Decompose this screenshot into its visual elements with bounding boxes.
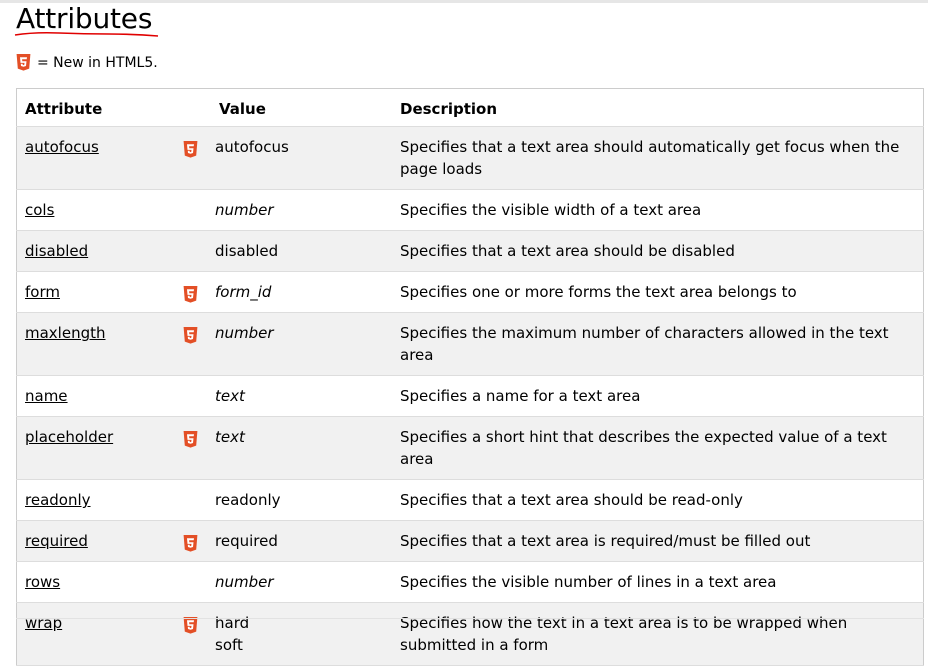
value-cell: disabled xyxy=(211,230,392,272)
description-cell: Specifies that a text area is required/m… xyxy=(392,520,924,562)
value-cell: number xyxy=(211,312,392,376)
html5-cell xyxy=(179,189,211,231)
attribute-link[interactable]: placeholder xyxy=(25,428,113,446)
attribute-cell: readonly xyxy=(16,479,179,521)
html5-cell xyxy=(179,230,211,272)
attribute-cell: cols xyxy=(16,189,179,231)
html5-icon xyxy=(183,430,198,448)
value-text: number xyxy=(215,324,274,342)
description-cell: Specifies that a text area should be dis… xyxy=(392,230,924,272)
table-row: name text Specifies a name for a text area xyxy=(16,375,924,417)
html5-icon xyxy=(16,54,31,71)
html5-cell xyxy=(179,520,211,562)
value-cell: readonly xyxy=(211,479,392,521)
html5-icon xyxy=(183,534,198,552)
description-cell: Specifies a name for a text area xyxy=(392,375,924,417)
legend-text: = New in HTML5. xyxy=(37,54,158,71)
html5-icon xyxy=(183,285,198,303)
bottom-divider xyxy=(16,618,924,619)
table-row: maxlength number Specifies the maximum num… xyxy=(16,312,924,376)
html5-icon xyxy=(183,326,198,344)
value-cell: hard soft xyxy=(211,602,392,666)
header-attribute: Attribute xyxy=(16,88,211,127)
table-row: readonly readonly Specifies that a text ar… xyxy=(16,479,924,521)
value-cell: autofocus xyxy=(211,126,392,190)
attribute-cell: required xyxy=(16,520,179,562)
attribute-link[interactable]: rows xyxy=(25,573,60,591)
attribute-cell: placeholder xyxy=(16,416,179,480)
table-row: wrap hard soft Specifies how the text in a … xyxy=(16,602,924,666)
description-cell: Specifies that a text area should automa… xyxy=(392,126,924,190)
description-cell: Specifies one or more forms the text are… xyxy=(392,271,924,313)
value-text: number xyxy=(215,201,274,219)
html5-cell xyxy=(179,312,211,376)
table-row: form form_id Specifies one or more forms t… xyxy=(16,271,924,313)
description-cell: Specifies a short hint that describes th… xyxy=(392,416,924,480)
attribute-cell: disabled xyxy=(16,230,179,272)
value-text: required xyxy=(215,532,278,550)
html5-cell xyxy=(179,561,211,603)
html5-cell xyxy=(179,416,211,480)
attribute-cell: wrap xyxy=(16,602,179,666)
attribute-cell: maxlength xyxy=(16,312,179,376)
attribute-link[interactable]: cols xyxy=(25,201,54,219)
attribute-cell: name xyxy=(16,375,179,417)
table-row: placeholder text Specifies a short hint th… xyxy=(16,416,924,480)
html5-cell xyxy=(179,271,211,313)
value-cell: text xyxy=(211,375,392,417)
table-row: autofocus autofocus Specifies that a text … xyxy=(16,126,924,190)
attribute-cell: form xyxy=(16,271,179,313)
attribute-link[interactable]: autofocus xyxy=(25,138,99,156)
attribute-link[interactable]: required xyxy=(25,532,88,550)
value-text: text xyxy=(215,387,245,405)
attribute-link[interactable]: readonly xyxy=(25,491,91,509)
value-cell: number xyxy=(211,189,392,231)
html5-cell xyxy=(179,479,211,521)
value-text: autofocus xyxy=(215,138,289,156)
attribute-link[interactable]: wrap xyxy=(25,614,62,632)
attribute-link[interactable]: form xyxy=(25,283,60,301)
description-cell: Specifies that a text area should be rea… xyxy=(392,479,924,521)
value-cell: required xyxy=(211,520,392,562)
attribute-link[interactable]: name xyxy=(25,387,68,405)
description-cell: Specifies the maximum number of characte… xyxy=(392,312,924,376)
attribute-link[interactable]: maxlength xyxy=(25,324,106,342)
description-cell: Specifies the visible number of lines in… xyxy=(392,561,924,603)
attribute-cell: rows xyxy=(16,561,179,603)
description-cell: Specifies the visible width of a text ar… xyxy=(392,189,924,231)
attribute-link[interactable]: disabled xyxy=(25,242,88,260)
table-row: cols number Specifies the visible width of… xyxy=(16,189,924,231)
table-header-row: Attribute Value Description xyxy=(16,88,924,127)
attributes-table: Attribute Value Description autofocus aut… xyxy=(16,88,924,666)
attribute-cell: autofocus xyxy=(16,126,179,190)
value-text: number xyxy=(215,573,274,591)
description-cell: Specifies how the text in a text area is… xyxy=(392,602,924,666)
value-cell: text xyxy=(211,416,392,480)
value-text: form_id xyxy=(215,283,272,301)
header-description: Description xyxy=(392,88,924,127)
spellcheck-underline xyxy=(14,31,159,37)
header-value: Value xyxy=(211,88,392,127)
value-text: hard xyxy=(215,614,250,632)
value-cell: form_id xyxy=(211,271,392,313)
html5-cell xyxy=(179,126,211,190)
value-cell: number xyxy=(211,561,392,603)
value-text: text xyxy=(215,428,245,446)
table-row: disabled disabled Specifies that a text ar… xyxy=(16,230,924,272)
html5-cell xyxy=(179,375,211,417)
value-text: readonly xyxy=(215,491,281,509)
table-row: rows number Specifies the visible number o… xyxy=(16,561,924,603)
value-text-2: soft xyxy=(215,636,243,654)
html5-icon xyxy=(183,616,198,634)
html5-cell xyxy=(179,602,211,666)
value-text: disabled xyxy=(215,242,279,260)
html5-legend: = New in HTML5. xyxy=(16,54,158,71)
html5-icon xyxy=(183,140,198,158)
table-row: required required Specifies that a text ar… xyxy=(16,520,924,562)
